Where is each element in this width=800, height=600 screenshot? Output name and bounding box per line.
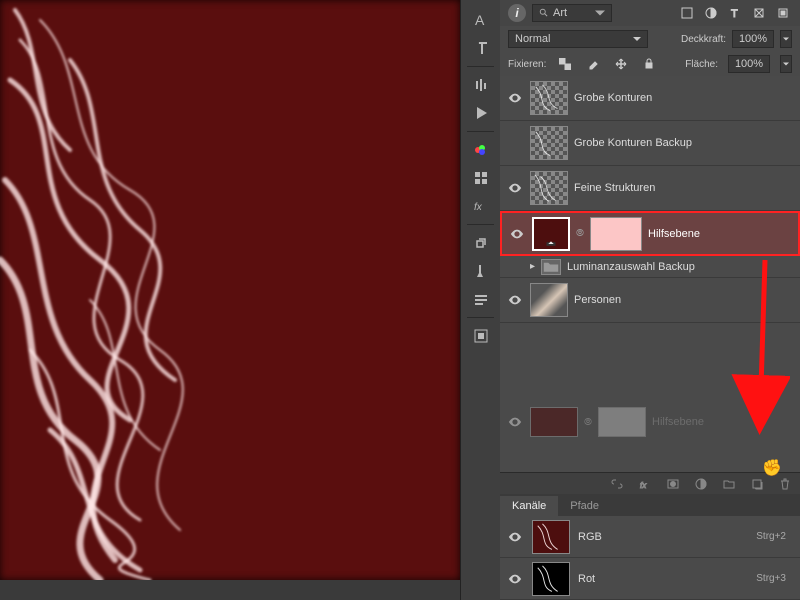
filter-type-icon[interactable]: T xyxy=(726,4,744,22)
visibility-toggle[interactable] xyxy=(506,181,524,195)
visibility-toggle[interactable] xyxy=(506,572,524,586)
text-tool-icon[interactable]: A xyxy=(461,6,500,34)
grab-cursor-icon: ✊ xyxy=(762,458,782,478)
channel-name-label: RGB xyxy=(578,531,602,543)
layer-row[interactable]: Grobe Konturen xyxy=(500,76,800,121)
properties-icon[interactable] xyxy=(461,322,500,350)
filter-adjust-icon[interactable] xyxy=(702,4,720,22)
layer-row[interactable]: Grobe Konturen Backup xyxy=(500,121,800,166)
channels-tabs: Kanäle Pfade xyxy=(500,494,800,516)
layer-thumbnail[interactable] xyxy=(530,171,568,205)
drag-ghost-layer: ⦾ Hilfsebene xyxy=(500,403,800,441)
channel-name-label: Rot xyxy=(578,573,595,585)
filter-smart-icon[interactable] xyxy=(774,4,792,22)
canvas[interactable] xyxy=(0,0,460,580)
lock-transparency-icon[interactable] xyxy=(556,55,574,73)
layer-name-label[interactable]: Luminanzauswahl Backup xyxy=(567,261,695,273)
channel-row[interactable]: Rot Strg+3 xyxy=(500,558,800,600)
play-icon[interactable] xyxy=(461,99,500,127)
svg-text:fx: fx xyxy=(640,481,647,490)
svg-text:A: A xyxy=(475,12,485,28)
grid-icon[interactable] xyxy=(461,164,500,192)
adjustment-icon[interactable] xyxy=(692,475,710,493)
blend-mode-value: Normal xyxy=(515,33,550,45)
link-icon[interactable]: ⦾ xyxy=(576,228,584,239)
channel-shortcut: Strg+2 xyxy=(756,531,794,542)
layer-thumbnail[interactable] xyxy=(530,283,568,317)
visibility-toggle[interactable] xyxy=(506,136,524,150)
channels-list[interactable]: RGB Strg+2 Rot Strg+3 xyxy=(500,516,800,600)
layer-name-label[interactable]: Hilfsebene xyxy=(648,228,700,240)
tab-paths[interactable]: Pfade xyxy=(558,496,611,516)
layer-thumbnail xyxy=(530,407,578,437)
new-group-icon[interactable] xyxy=(720,475,738,493)
folder-thumbnail xyxy=(541,259,561,275)
channel-thumbnail[interactable] xyxy=(532,520,570,554)
layer-row-selected[interactable]: ⦾ Hilfsebene xyxy=(500,211,800,256)
layer-name-label[interactable]: Feine Strukturen xyxy=(574,182,655,194)
layer-name-label[interactable]: Personen xyxy=(574,294,621,306)
fill-label: Fläche: xyxy=(685,59,718,70)
layer-thumbnail[interactable] xyxy=(532,217,570,251)
layer-thumbnail[interactable] xyxy=(530,126,568,160)
search-text: Art xyxy=(553,7,567,19)
mask-icon[interactable] xyxy=(664,475,682,493)
channel-thumbnail[interactable] xyxy=(532,562,570,596)
layer-row[interactable]: Feine Strukturen xyxy=(500,166,800,211)
vertical-toolbar: A fx xyxy=(460,0,500,600)
fx-icon[interactable]: fx xyxy=(636,475,654,493)
fill-input[interactable]: 100% xyxy=(728,55,770,73)
mask-thumbnail[interactable] xyxy=(590,217,642,251)
lock-paint-icon[interactable] xyxy=(584,55,602,73)
adjust-icon[interactable] xyxy=(461,71,500,99)
visibility-toggle xyxy=(506,415,524,429)
filter-shape-icon[interactable] xyxy=(750,4,768,22)
tab-channels[interactable]: Kanäle xyxy=(500,496,558,516)
channel-shortcut: Strg+3 xyxy=(756,573,794,584)
opacity-label: Deckkraft: xyxy=(681,34,726,45)
svg-text:T: T xyxy=(731,8,738,19)
disclosure-triangle[interactable]: ▸ xyxy=(530,261,535,272)
layers-panel-header: i Art T xyxy=(500,0,800,26)
layers-list[interactable]: Grobe Konturen Grobe Konturen Backup Fei… xyxy=(500,76,800,472)
info-icon[interactable]: i xyxy=(508,4,526,22)
lock-all-icon[interactable] xyxy=(640,55,658,73)
layer-name-label[interactable]: Grobe Konturen Backup xyxy=(574,137,692,149)
visibility-toggle[interactable] xyxy=(508,227,526,241)
layer-group-row[interactable]: ▸ Luminanzauswahl Backup xyxy=(500,256,800,278)
opacity-input[interactable]: 100% xyxy=(732,30,774,48)
svg-text:fx: fx xyxy=(474,202,483,213)
visibility-toggle[interactable] xyxy=(506,91,524,105)
lock-label: Fixieren: xyxy=(508,59,546,70)
visibility-toggle[interactable] xyxy=(506,530,524,544)
search-icon xyxy=(539,8,549,18)
filter-pixels-icon[interactable] xyxy=(678,4,696,22)
link-layers-icon[interactable] xyxy=(608,475,626,493)
right-panels: i Art T Normal Deckkraft: 100% Fixieren:… xyxy=(500,0,800,600)
fill-slider-arrow[interactable] xyxy=(780,55,792,73)
opacity-slider-arrow[interactable] xyxy=(780,30,792,48)
fx-icon[interactable]: fx xyxy=(461,192,500,220)
layers-panel-footer: fx xyxy=(500,472,800,494)
lock-position-icon[interactable] xyxy=(612,55,630,73)
clone-icon[interactable] xyxy=(461,229,500,257)
mask-thumbnail xyxy=(598,407,646,437)
paragraph-tool-icon[interactable] xyxy=(461,34,500,62)
visibility-toggle[interactable] xyxy=(506,260,524,274)
visibility-toggle[interactable] xyxy=(506,293,524,307)
channel-row[interactable]: RGB Strg+2 xyxy=(500,516,800,558)
link-icon: ⦾ xyxy=(584,417,592,428)
layer-name-label: Hilfsebene xyxy=(652,416,704,428)
blend-mode-dropdown[interactable]: Normal xyxy=(508,30,648,48)
layer-thumbnail[interactable] xyxy=(530,81,568,115)
swatches-icon[interactable] xyxy=(461,136,500,164)
layer-name-label[interactable]: Grobe Konturen xyxy=(574,92,652,104)
brushes-icon[interactable] xyxy=(461,257,500,285)
layer-search[interactable]: Art xyxy=(532,4,612,22)
layer-row[interactable]: Personen xyxy=(500,278,800,323)
presets-icon[interactable] xyxy=(461,285,500,313)
